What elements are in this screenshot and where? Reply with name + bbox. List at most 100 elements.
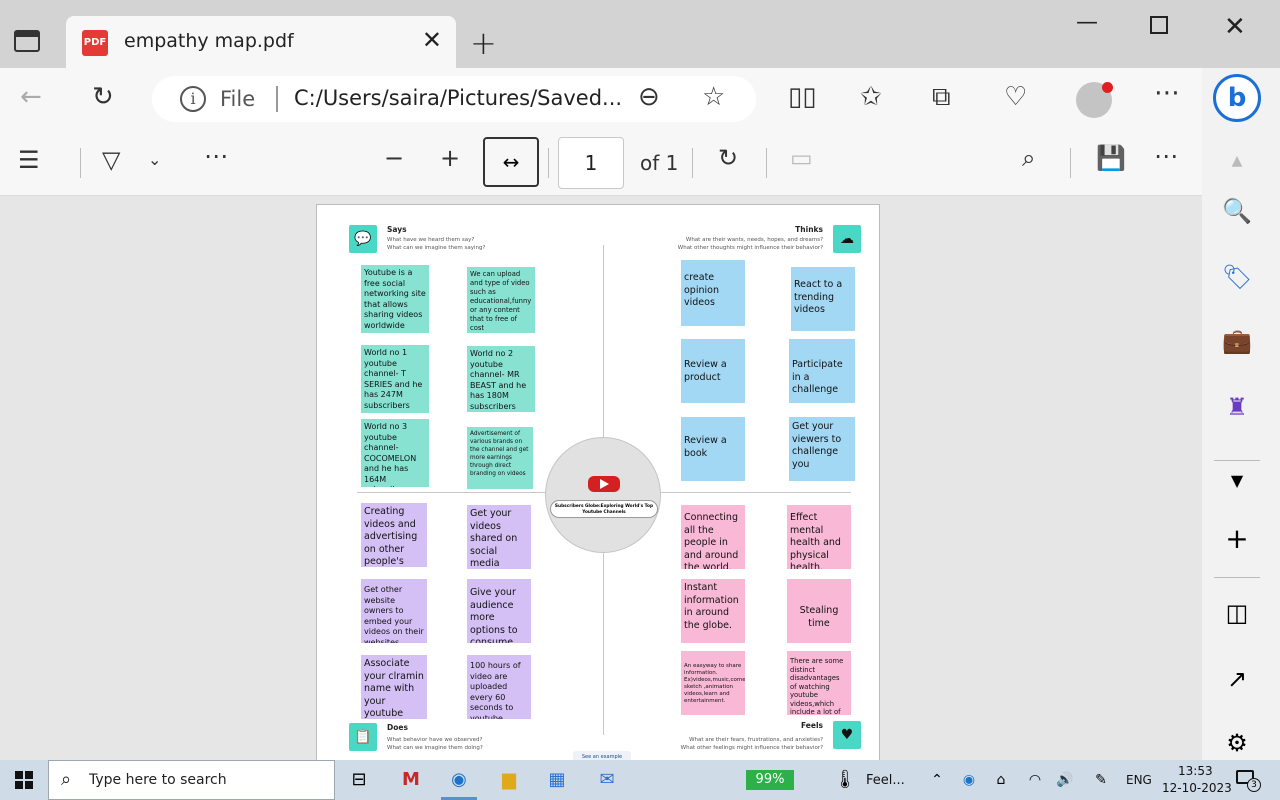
games-chess-icon[interactable]: ♜ xyxy=(1222,392,1252,422)
task-view-icon[interactable]: ⊟ xyxy=(344,766,374,794)
sidebar-expand-icon[interactable]: ▼ xyxy=(1222,466,1252,496)
mail-icon[interactable]: ✉ xyxy=(592,766,622,794)
search-icon[interactable]: ⌕ xyxy=(1022,144,1035,172)
does-note-1: Creating videos and advertising on other… xyxy=(361,503,427,567)
volume-icon[interactable]: 🔊 xyxy=(1050,766,1080,794)
save-icon[interactable]: 💾 xyxy=(1096,144,1126,172)
show-hidden-icons-icon[interactable]: ⌃ xyxy=(922,766,952,794)
says-title: Says xyxy=(387,225,407,234)
center-topic-circle: Subscribers Globe:Exploring World's Top … xyxy=(545,437,661,553)
microsoft-store-icon[interactable]: ▦ xyxy=(542,766,572,794)
title-bar: PDF empathy map.pdf ✕ + — ✕ xyxy=(0,0,1280,68)
tab-actions-icon[interactable] xyxy=(14,30,40,52)
thinks-title: Thinks xyxy=(795,225,823,234)
open-external-icon[interactable]: ↗ xyxy=(1222,664,1252,694)
says-note-1: Youtube is a free social networking site… xyxy=(361,265,429,333)
rotate-icon[interactable]: ↻ xyxy=(718,144,738,172)
toolbar-divider xyxy=(548,148,549,178)
refresh-icon[interactable]: ↻ xyxy=(92,82,114,112)
sidebar-settings-gear-icon[interactable]: ⚙ xyxy=(1222,728,1252,758)
tab-empathy-map[interactable]: PDF empathy map.pdf ✕ xyxy=(66,16,456,68)
battery-indicator[interactable]: 99% xyxy=(746,770,794,790)
taskbar-search-box[interactable]: ⌕ Type here to search xyxy=(48,760,335,800)
fit-to-width-button[interactable]: ↔ xyxy=(483,137,539,187)
edge-tray-icon[interactable]: ◉ xyxy=(954,766,984,794)
language-indicator[interactable]: ENG xyxy=(1126,773,1152,787)
new-tab-icon[interactable]: + xyxy=(470,24,497,62)
table-of-contents-icon[interactable]: ☰ xyxy=(18,146,40,174)
shopping-tag-icon[interactable]: 🏷 xyxy=(1222,262,1252,292)
collections-icon[interactable]: ⧉ xyxy=(932,82,951,113)
thinks-note-5: Review a book xyxy=(681,417,745,481)
thinks-note-2: React to a trending videos xyxy=(791,267,855,331)
feels-note-2: Effect mental health and physical health… xyxy=(787,505,851,569)
zoom-out-icon[interactable]: ⊖ xyxy=(638,82,660,112)
address-bar[interactable]: i File C:/Users/saira/Pictures/Saved... … xyxy=(152,76,756,122)
center-topic-label: Subscribers Globe:Exploring World's Top … xyxy=(550,500,658,518)
zoom-out-icon[interactable]: − xyxy=(384,144,404,172)
sidebar-scroll-up-icon[interactable]: ▲ xyxy=(1222,146,1252,176)
feels-note-5: An easyway to share information. Ex)vide… xyxy=(681,651,745,715)
chevron-down-icon[interactable]: ⌄ xyxy=(148,150,161,169)
zoom-in-icon[interactable]: + xyxy=(440,144,460,172)
highlight-icon[interactable]: ▽ xyxy=(102,146,120,174)
favorites-icon[interactable]: ✩ xyxy=(860,82,882,112)
search-icon: ⌕ xyxy=(61,769,72,790)
clock-date[interactable]: 12-10-2023 xyxy=(1162,781,1232,795)
does-note-2: Get your videos shared on social media p… xyxy=(467,505,531,569)
address-separator xyxy=(276,86,278,112)
weather-text[interactable]: Feel... xyxy=(866,773,905,788)
weather-icon[interactable]: 🌡 xyxy=(830,766,860,794)
info-icon[interactable]: i xyxy=(180,86,206,112)
pdf-toolbar: ☰ ▽ ⌄ ⋯ − + ↔ 1 of 1 ↻ ▭ ⌕ 💾 ⋯ xyxy=(0,130,1202,196)
page-count: of 1 xyxy=(640,151,679,175)
notification-count: 3 xyxy=(1247,778,1261,792)
see-example-link[interactable]: See an example xyxy=(573,751,631,760)
minimize-icon[interactable]: — xyxy=(1076,10,1098,35)
file-explorer-icon[interactable]: ▆ xyxy=(494,766,524,794)
youtube-logo-icon xyxy=(588,476,620,492)
page-view-icon[interactable]: ▭ xyxy=(790,144,813,172)
hide-sidebar-icon[interactable]: ◫ xyxy=(1222,598,1252,628)
pen-icon[interactable]: ✎ xyxy=(1086,766,1116,794)
thinks-note-3: Review a product xyxy=(681,339,745,403)
split-screen-icon[interactable]: ▯▯ xyxy=(788,82,817,112)
favorite-star-icon[interactable]: ☆ xyxy=(702,82,725,112)
close-tab-icon[interactable]: ✕ xyxy=(422,26,442,54)
browser-essentials-icon[interactable]: ♡ xyxy=(1004,82,1027,112)
feels-note-1: Connecting all the people in and around … xyxy=(681,505,745,569)
feels-title: Feels xyxy=(800,721,823,730)
more-options-icon[interactable]: ⋯ xyxy=(1154,142,1178,170)
meet-now-icon[interactable]: ⌂ xyxy=(986,766,1016,794)
bing-copilot-icon[interactable]: b xyxy=(1213,74,1261,122)
clock-time[interactable]: 13:53 xyxy=(1178,764,1213,778)
windows-start-icon[interactable] xyxy=(15,771,33,789)
wifi-icon[interactable]: ◠ xyxy=(1020,766,1050,794)
thought-cloud-icon: ☁ xyxy=(833,225,861,253)
settings-more-icon[interactable]: ⋯ xyxy=(1154,78,1180,108)
maximize-icon[interactable] xyxy=(1150,16,1168,34)
feels-subtitle-2: What other feelings might influence thei… xyxy=(680,745,823,751)
close-window-icon[interactable]: ✕ xyxy=(1224,12,1246,42)
says-note-5: World no 3 youtube channel- COCOMELON an… xyxy=(361,419,429,487)
add-sidebar-app-icon[interactable]: + xyxy=(1222,524,1252,554)
notifications-icon[interactable]: 3 xyxy=(1236,770,1261,792)
thinks-subtitle-1: What are their wants, needs, hopes, and … xyxy=(685,237,823,243)
does-title: Does xyxy=(387,723,408,732)
pdf-viewer[interactable]: 💬 Says What have we heard them say? What… xyxy=(0,196,1202,760)
feels-subtitle-1: What are their fears, frustrations, and … xyxy=(689,737,823,743)
tools-briefcase-icon[interactable]: 💼 xyxy=(1222,326,1252,356)
edge-browser-icon[interactable]: ◉ xyxy=(444,766,474,794)
page-number-input[interactable]: 1 xyxy=(558,137,624,189)
search-sidebar-icon[interactable]: 🔍 xyxy=(1222,196,1252,226)
back-icon[interactable]: ← xyxy=(20,82,42,112)
mcafee-icon[interactable]: M xyxy=(396,766,426,794)
says-note-3: World no 1 youtube channel- T SERIES and… xyxy=(361,345,429,413)
more-tools-icon[interactable]: ⋯ xyxy=(204,142,228,170)
does-note-3: Get other website owners to embed your v… xyxy=(361,579,427,643)
does-note-4: Give your audience more options to consu… xyxy=(467,579,531,643)
address-url[interactable]: C:/Users/saira/Pictures/Saved... xyxy=(294,86,622,110)
says-note-4: World no 2 youtube channel- MR BEAST and… xyxy=(467,346,535,412)
thinks-note-1: create opinion videos xyxy=(681,260,745,326)
feels-note-3: Instant information in around the globe. xyxy=(681,579,745,643)
